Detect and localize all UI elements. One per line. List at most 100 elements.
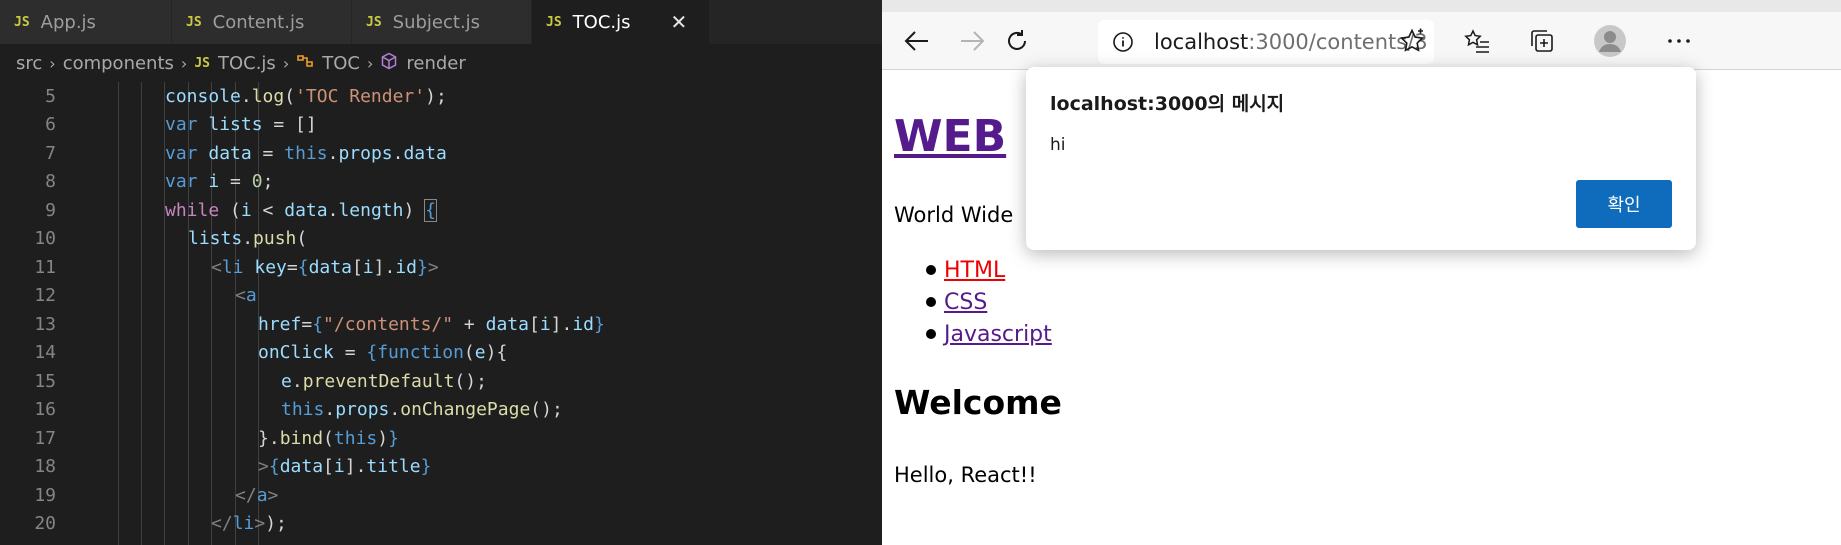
profile-avatar-icon[interactable] (1592, 23, 1628, 59)
page-title-link[interactable]: WEB (894, 111, 1006, 162)
tab-label: App.js (40, 11, 96, 33)
bullet (926, 329, 936, 339)
code-line: 19 </a> (0, 481, 882, 510)
back-arrow-icon[interactable] (902, 26, 932, 56)
line-number: 7 (45, 142, 56, 164)
line-number: 15 (34, 370, 56, 392)
breadcrumb-components[interactable]: components (63, 53, 174, 74)
code-line: 12 <a (0, 282, 882, 311)
js-file-icon: JS (366, 14, 382, 30)
code-line: 16 this.props.onChangePage(); (0, 396, 882, 425)
tab-app-js[interactable]: JS App.js (0, 0, 172, 44)
toc-link-css[interactable]: CSS (944, 290, 987, 315)
code-text: <li key={data[i].id}> (211, 256, 439, 278)
js-file-icon: JS (194, 55, 210, 71)
forward-arrow-icon[interactable] (957, 26, 987, 56)
breadcrumb-class[interactable]: TOC (322, 53, 360, 74)
code-line: 15 e.preventDefault(); (0, 367, 882, 396)
editor-tab-bar: JS App.js JS Content.js JS Subject.js JS… (0, 0, 882, 44)
address-bar[interactable]: localhost:3000/contents/3 (1098, 20, 1434, 64)
tab-label: Subject.js (392, 11, 481, 33)
code-text: lists.push( (188, 228, 308, 250)
code-text: </li>); (211, 513, 287, 535)
browser-tab-strip (882, 0, 1841, 12)
js-file-icon: JS (186, 14, 202, 30)
browser-tab[interactable] (882, 0, 1841, 12)
favorites-list-icon[interactable] (1462, 26, 1492, 56)
refresh-icon[interactable] (1002, 26, 1032, 56)
code-text: var i = 0; (165, 171, 274, 193)
content-heading: Welcome (894, 383, 1062, 422)
tab-content-js[interactable]: JS Content.js (172, 0, 352, 44)
collections-icon[interactable] (1527, 26, 1557, 56)
favorite-star-icon[interactable] (1397, 26, 1427, 56)
js-file-icon: JS (546, 14, 562, 30)
breadcrumb-file[interactable]: TOC.js (218, 53, 276, 74)
code-line: 6 var lists = [] (0, 111, 882, 140)
chevron-right-icon: › (180, 53, 188, 73)
class-icon (296, 53, 314, 74)
code-text: while (i < data.length) { (165, 198, 437, 222)
toc-link-html[interactable]: HTML (944, 258, 1005, 283)
js-file-icon: JS (14, 14, 30, 30)
tab-toc-js[interactable]: JS TOC.js ✕ (532, 0, 710, 44)
code-text: <a (235, 285, 257, 307)
line-number: 18 (34, 456, 56, 478)
info-icon[interactable] (1112, 31, 1134, 57)
line-number: 13 (34, 313, 56, 335)
chevron-right-icon: › (49, 53, 56, 73)
code-line: 5 console.log('TOC Render'); (0, 82, 882, 111)
dialog-title: localhost:3000의 메시지 (1050, 93, 1285, 115)
line-number: 16 (34, 399, 56, 421)
code-text: var lists = [] (165, 114, 317, 136)
bullet (926, 297, 936, 307)
more-menu-icon[interactable] (1664, 26, 1694, 56)
list-item: HTML (894, 254, 1052, 286)
code-text: href={"/contents/" + data[i].id} (258, 313, 605, 335)
code-text: onClick = {function(e){ (258, 342, 508, 364)
code-editor[interactable]: JS App.js JS Content.js JS Subject.js JS… (0, 0, 882, 545)
toc-link-javascript[interactable]: Javascript (944, 322, 1052, 347)
line-number: 14 (34, 342, 56, 364)
alert-dialog: localhost:3000의 메시지 hi 확인 (1026, 67, 1696, 250)
code-area[interactable]: 5 console.log('TOC Render'); 6 var lists… (0, 82, 882, 545)
line-number: 9 (45, 199, 56, 221)
code-text: e.preventDefault(); (281, 370, 487, 392)
line-number: 8 (45, 171, 56, 193)
code-line: 11 <li key={data[i].id}> (0, 253, 882, 282)
code-line: 9 while (i < data.length) { (0, 196, 882, 225)
code-line: 17 }.bind(this)} (0, 424, 882, 453)
breadcrumb-src[interactable]: src (16, 53, 42, 74)
line-number: 17 (34, 427, 56, 449)
tab-label: Content.js (212, 11, 305, 33)
code-text: >{data[i].title} (258, 456, 432, 478)
code-line: 10 lists.push( (0, 225, 882, 254)
url-host: localhost (1154, 30, 1249, 54)
code-text: }.bind(this)} (258, 427, 399, 449)
code-line: 18 >{data[i].title} (0, 453, 882, 482)
code-line: 14 onClick = {function(e){ (0, 339, 882, 368)
page-description: World Wide (894, 203, 1014, 227)
breadcrumb-method[interactable]: render (406, 53, 465, 74)
line-number: 11 (34, 256, 56, 278)
breadcrumb: src › components › JS TOC.js › TOC › ren… (0, 44, 882, 82)
tab-subject-js[interactable]: JS Subject.js (352, 0, 532, 44)
table-of-contents: HTML CSS Javascript (894, 254, 1052, 350)
list-item: Javascript (894, 318, 1052, 350)
list-item: CSS (894, 286, 1052, 318)
line-number: 6 (45, 114, 56, 136)
close-icon[interactable]: ✕ (671, 10, 688, 34)
url-text[interactable]: localhost:3000/contents/3 (1154, 30, 1428, 54)
confirm-button[interactable]: 확인 (1576, 180, 1672, 228)
content-body: Hello, React!! (894, 463, 1037, 487)
code-line: 13 href={"/contents/" + data[i].id} (0, 310, 882, 339)
line-number: 20 (34, 513, 56, 535)
code-line: 20 </li>); (0, 510, 882, 539)
tab-label: TOC.js (572, 11, 631, 33)
line-number: 12 (34, 285, 56, 307)
line-number: 19 (34, 484, 56, 506)
code-line: 8 var i = 0; (0, 168, 882, 197)
code-text: this.props.onChangePage(); (281, 399, 563, 421)
chevron-right-icon: › (366, 53, 374, 73)
chevron-right-icon: › (282, 53, 290, 73)
